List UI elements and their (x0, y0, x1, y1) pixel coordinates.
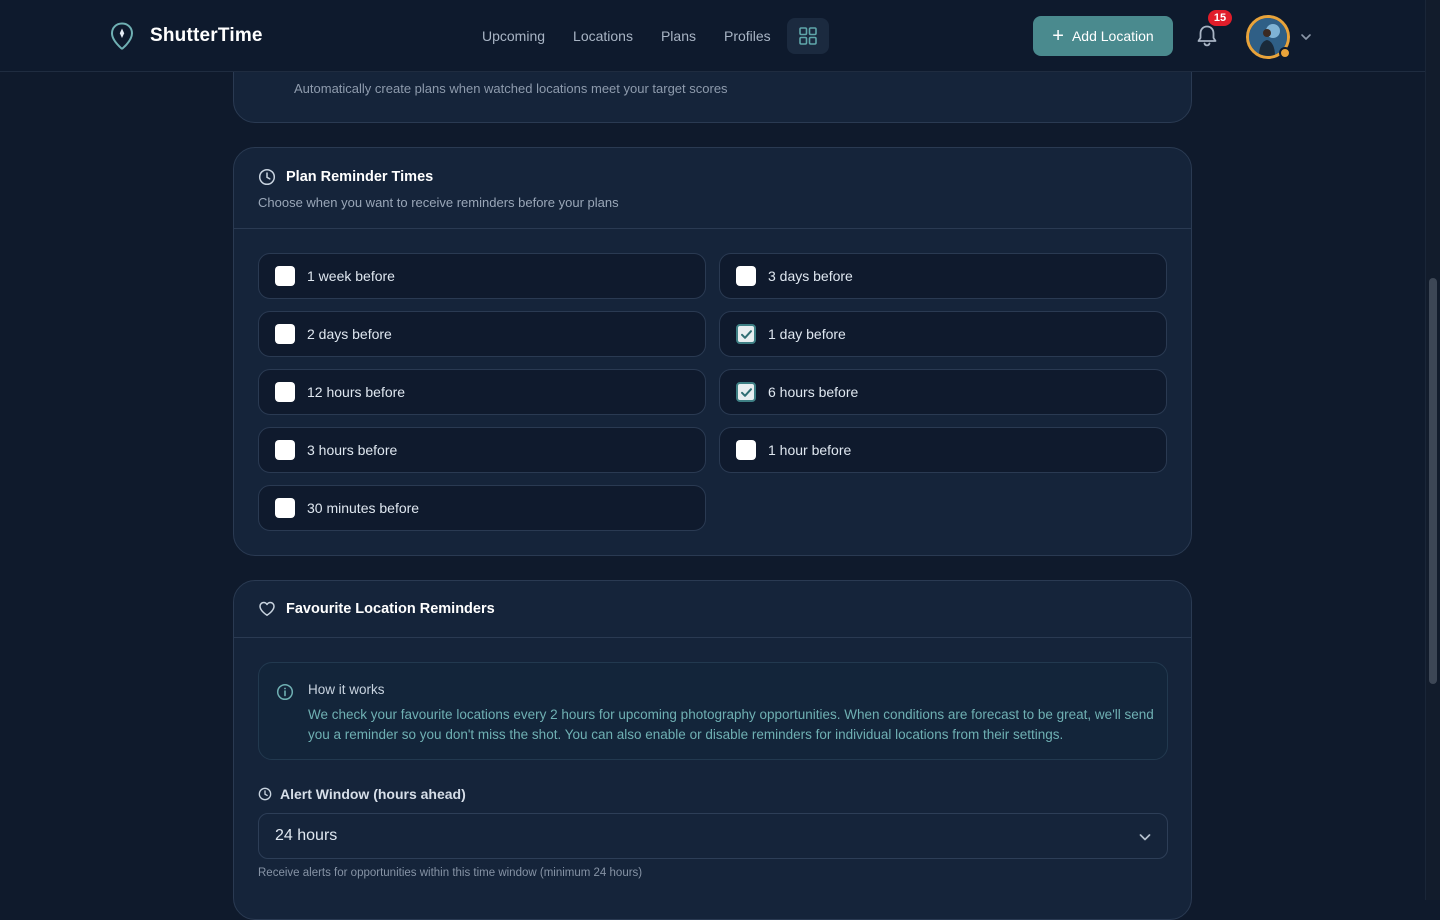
bell-icon[interactable] (1193, 22, 1221, 50)
scrollbar-thumb[interactable] (1429, 278, 1437, 684)
how-it-works-info-box: How it works We check your favourite loc… (258, 662, 1168, 760)
card-header: Favourite Location Reminders (258, 600, 495, 618)
checkmark-icon (740, 387, 752, 397)
reminder-option[interactable]: 1 hour before (719, 427, 1167, 473)
chevron-down-icon[interactable] (1299, 30, 1313, 44)
location-pin-logo-icon (110, 22, 134, 50)
option-label: 1 week before (307, 268, 395, 284)
alert-window-label: Alert Window (hours ahead) (258, 786, 466, 802)
favourite-location-reminders-card: Favourite Location Reminders How it work… (233, 580, 1192, 920)
option-label: 12 hours before (307, 384, 406, 400)
checkbox[interactable] (275, 382, 295, 402)
checkbox-checked[interactable] (736, 324, 756, 344)
info-text: We check your favourite locations every … (308, 707, 1154, 742)
plan-reminder-times-card: Plan Reminder Times Choose when you want… (233, 147, 1192, 556)
nav-profiles[interactable]: Profiles (710, 18, 785, 54)
top-navbar: ShutterTime Upcoming Locations Plans Pro… (0, 0, 1425, 72)
heart-icon (259, 601, 275, 616)
alert-window-value: 24 hours (275, 827, 338, 844)
divider (234, 228, 1191, 229)
card-subtitle: Choose when you want to receive reminder… (258, 195, 619, 210)
reminder-option[interactable]: 2 days before (258, 311, 706, 357)
option-label: 3 hours before (307, 442, 398, 458)
grid-icon (798, 27, 817, 45)
checkbox[interactable] (275, 440, 295, 460)
plus-icon: + (1052, 25, 1064, 47)
nav-upcoming[interactable]: Upcoming (468, 18, 559, 54)
option-label: 6 hours before (768, 384, 859, 400)
brand[interactable]: ShutterTime (110, 22, 263, 50)
option-label: 30 minutes before (307, 500, 420, 516)
card-title: Favourite Location Reminders (286, 601, 495, 617)
checkmark-icon (740, 329, 752, 339)
notification-badge: 15 (1208, 10, 1232, 26)
checkbox[interactable] (275, 266, 295, 286)
alert-window-select[interactable]: 24 hours (258, 813, 1168, 859)
reminder-option[interactable]: 6 hours before (719, 369, 1167, 415)
divider (234, 637, 1191, 638)
checkbox[interactable] (275, 324, 295, 344)
info-title: How it works (308, 682, 385, 697)
reminder-option[interactable]: 30 minutes before (258, 485, 706, 531)
add-location-label: Add Location (1071, 28, 1154, 44)
option-label: 3 days before (768, 268, 853, 284)
reminder-option[interactable]: 12 hours before (258, 369, 706, 415)
checkbox-checked[interactable] (736, 382, 756, 402)
card-header: Plan Reminder Times (258, 168, 433, 186)
status-dot (1279, 47, 1291, 59)
auto-plans-description: Automatically create plans when watched … (294, 81, 728, 96)
alert-window-label-text: Alert Window (hours ahead) (280, 786, 466, 802)
nav-locations[interactable]: Locations (559, 18, 647, 54)
clock-icon (258, 787, 272, 801)
checkbox[interactable] (275, 498, 295, 518)
alert-window-help: Receive alerts for opportunities within … (258, 867, 643, 879)
checkbox[interactable] (736, 440, 756, 460)
checkbox[interactable] (736, 266, 756, 286)
option-label: 1 day before (768, 326, 846, 342)
card-title: Plan Reminder Times (286, 169, 434, 185)
clock-icon (258, 168, 276, 186)
reminder-option[interactable]: 3 days before (719, 253, 1167, 299)
nav-plans[interactable]: Plans (647, 18, 710, 54)
chevron-down-icon (1139, 834, 1151, 841)
reminder-option[interactable]: 1 day before (719, 311, 1167, 357)
main-nav: Upcoming Locations Plans Profiles (468, 18, 829, 54)
add-location-button[interactable]: + Add Location (1033, 16, 1173, 56)
option-label: 2 days before (307, 326, 392, 342)
brand-name: ShutterTime (150, 25, 263, 46)
apps-grid-button[interactable] (786, 18, 829, 54)
reminder-option[interactable]: 1 week before (258, 253, 706, 299)
reminder-option[interactable]: 3 hours before (258, 427, 706, 473)
info-icon (276, 683, 294, 701)
option-label: 1 hour before (768, 442, 852, 458)
